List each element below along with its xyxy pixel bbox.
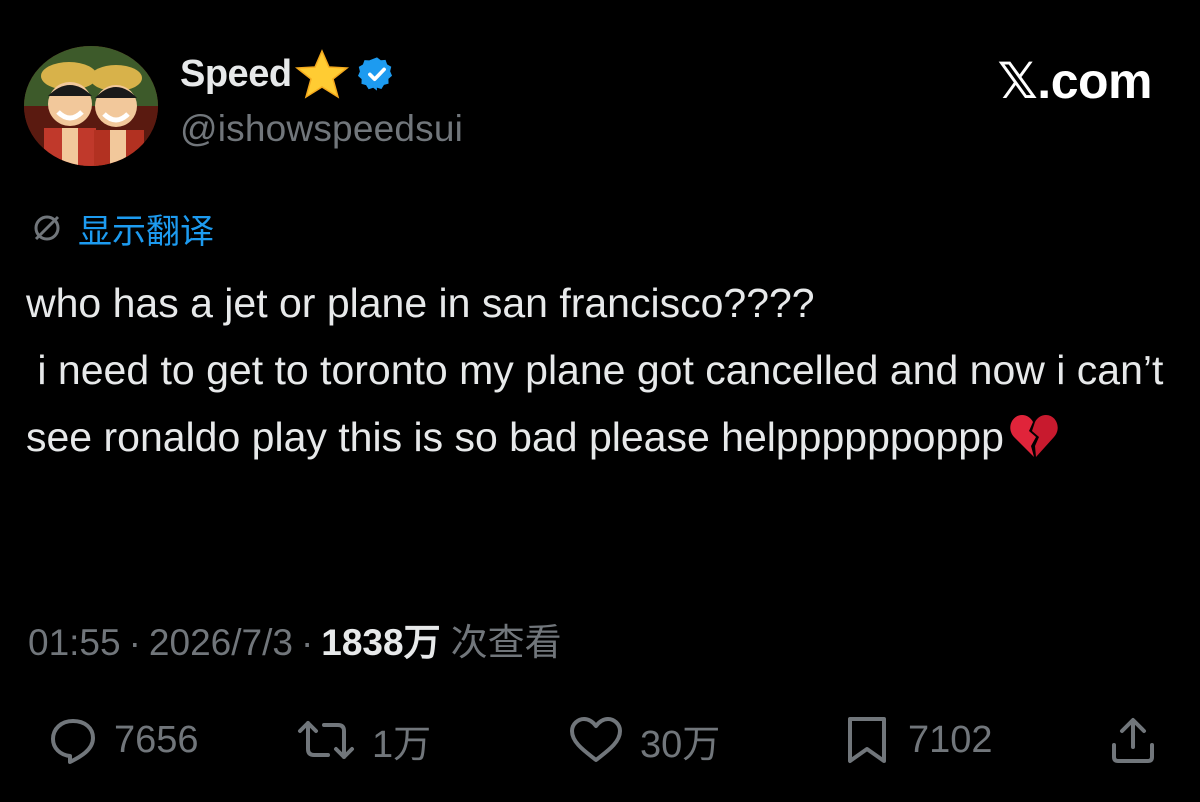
action-bar: 7656 1万 30万 7102 bbox=[0, 710, 1200, 770]
bookmark-icon bbox=[848, 717, 886, 763]
share-button[interactable] bbox=[1108, 710, 1158, 770]
meta-separator: · bbox=[300, 622, 314, 663]
meta-separator: · bbox=[128, 622, 141, 663]
user-handle[interactable]: @ishowspeedsui bbox=[180, 108, 463, 150]
repost-count: 1万 bbox=[372, 723, 432, 766]
reply-count: 7656 bbox=[114, 718, 199, 761]
views-count[interactable]: 1838万 bbox=[321, 612, 440, 666]
heart-icon bbox=[570, 717, 622, 762]
tweet-meta: 01:55 · 2026/7/3 · 1838万 次查看 bbox=[28, 612, 562, 666]
tweet-body: who has a jet or plane in san francisco?… bbox=[26, 280, 1164, 460]
reply-button[interactable]: 7656 bbox=[48, 710, 199, 770]
tweet-time[interactable]: 01:55 bbox=[28, 622, 121, 664]
show-translation-link[interactable]: 显示翻译 bbox=[78, 204, 214, 253]
site-brand: 𝕏.com bbox=[997, 53, 1153, 109]
share-icon bbox=[1112, 718, 1154, 763]
avatar-image bbox=[24, 46, 158, 166]
verified-badge-icon bbox=[357, 57, 392, 91]
repost-button[interactable]: 1万 bbox=[296, 710, 431, 770]
repost-icon bbox=[298, 721, 354, 759]
like-count: 30万 bbox=[640, 723, 721, 766]
views-label: 次查看 bbox=[450, 622, 562, 663]
avatar[interactable] bbox=[24, 46, 158, 166]
bookmark-count: 7102 bbox=[908, 718, 993, 761]
star-emoji-icon bbox=[294, 49, 349, 99]
broken-heart-emoji-icon bbox=[1010, 415, 1058, 457]
translate-globe-icon bbox=[34, 215, 60, 241]
bookmark-button[interactable]: 7102 bbox=[842, 710, 993, 770]
translate-row[interactable]: 显示翻译 bbox=[30, 204, 214, 253]
display-name[interactable]: Speed bbox=[180, 53, 292, 96]
like-button[interactable]: 30万 bbox=[568, 710, 720, 770]
reply-icon bbox=[51, 719, 95, 764]
tweet-text: who has a jet or plane in san francisco?… bbox=[26, 270, 1186, 471]
display-name-row: Speed bbox=[180, 49, 396, 99]
tweet-date[interactable]: 2026/7/3 bbox=[149, 622, 293, 664]
